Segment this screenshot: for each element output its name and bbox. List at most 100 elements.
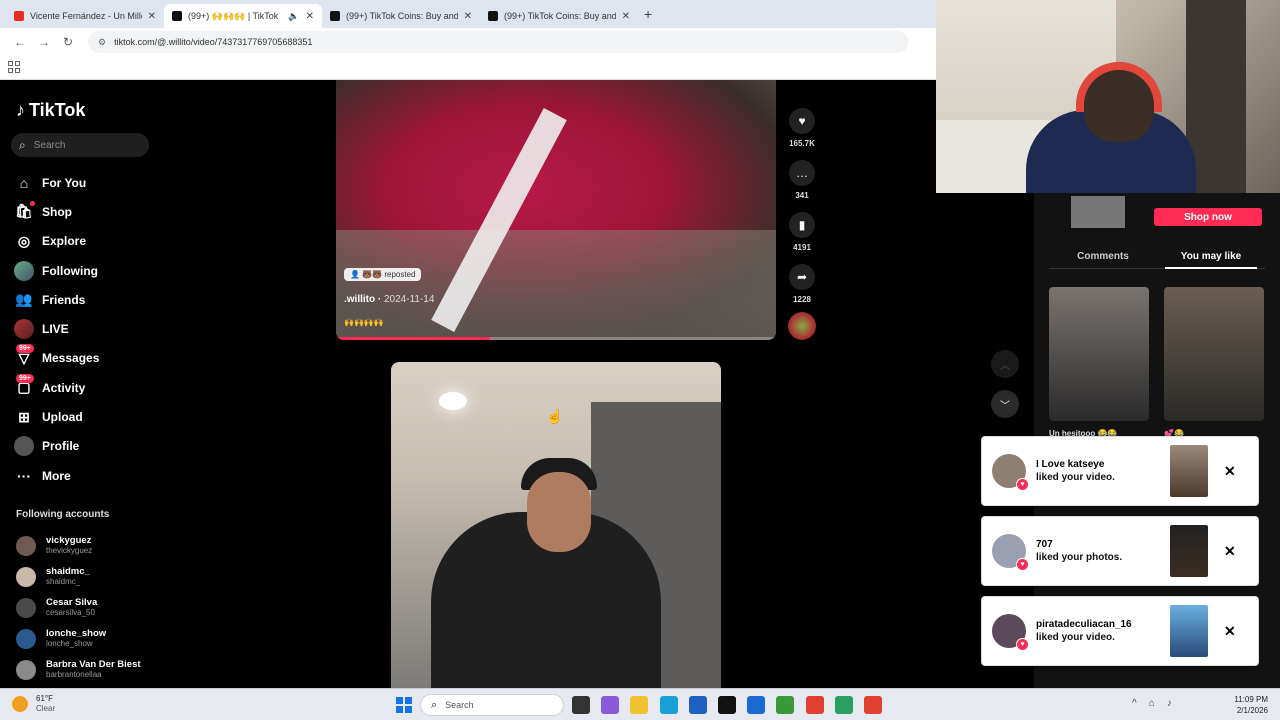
friends-icon: 👥: [15, 291, 33, 308]
sidebar-item-explore[interactable]: ◎ Explore: [14, 227, 314, 256]
weather-widget[interactable]: 61°F Clear: [12, 694, 55, 714]
reload-icon[interactable]: ↻: [56, 35, 80, 49]
account-item[interactable]: lonche_show lonche_show: [16, 623, 316, 654]
comment-icon[interactable]: …: [789, 160, 815, 186]
video-progress-bar[interactable]: [336, 337, 490, 340]
account-item[interactable]: vickyguez thevickyguez: [16, 530, 316, 561]
youtube-icon: [14, 11, 24, 21]
account-item[interactable]: Cesar Silva cesarsilva_50: [16, 592, 316, 623]
sidebar-item-messages[interactable]: ▽ 99+ Messages: [14, 344, 314, 373]
tab-youtube[interactable]: Vicente Fernández - Un Millón ✕: [6, 4, 164, 28]
following-accounts-list: vickyguez thevickyguez shaidmc_ shaidmc_ C…: [16, 530, 316, 685]
tab-tiktok-coins[interactable]: (99+) TikTok Coins: Buy and rech ✕: [322, 4, 480, 28]
new-tab-icon[interactable]: +: [644, 6, 652, 22]
chrome-icon[interactable]: [805, 696, 824, 714]
copilot-icon[interactable]: [601, 696, 620, 714]
share-action[interactable]: ➦ 1228: [788, 264, 816, 316]
search-icon: ⌕: [431, 698, 438, 711]
forward-icon[interactable]: →: [32, 35, 56, 49]
chrome-active-icon[interactable]: [863, 696, 882, 714]
account-name: shaidmc_: [46, 566, 90, 577]
speaker-icon[interactable]: 🔈: [288, 11, 299, 22]
recommended-video-thumbnail[interactable]: [1049, 287, 1149, 421]
taskbar-search[interactable]: ⌕ Search: [420, 694, 564, 716]
sidebar-item-label: Profile: [42, 439, 80, 454]
close-tab-icon[interactable]: ✕: [148, 11, 156, 22]
account-handle: shaidmc_: [46, 577, 81, 586]
tiktok-app-icon[interactable]: [717, 696, 736, 714]
like-action[interactable]: ♥ 165.7K: [788, 108, 816, 160]
chevron-up-icon[interactable]: ^: [1132, 698, 1137, 709]
url-field[interactable]: ⚙ tiktok.com/@.willito/video/74373177697…: [88, 31, 908, 53]
sidebar-item-profile[interactable]: Profile: [14, 432, 314, 461]
avatar: ♥: [992, 534, 1029, 571]
bookmark-action[interactable]: ▮ 4191: [788, 212, 816, 264]
close-icon[interactable]: ✕: [1224, 543, 1236, 560]
next-video-button[interactable]: ﹀: [991, 390, 1019, 418]
taskbar-apps: [572, 696, 893, 714]
share-icon[interactable]: ➦: [789, 264, 815, 290]
windows-start-icon[interactable]: [396, 697, 412, 713]
clock[interactable]: 11:09 PM 2/1/2026: [1206, 694, 1268, 716]
tiktok-logo[interactable]: ♪ TikTok: [16, 100, 85, 121]
apps-grid-icon[interactable]: [8, 61, 20, 73]
sidebar-item-live[interactable]: LIVE: [14, 314, 314, 343]
file-explorer-icon[interactable]: [630, 696, 649, 714]
sidebar-item-activity[interactable]: ▢ 99+ Activity: [14, 373, 314, 402]
account-item[interactable]: Barbra Van Der Biest barbrantonellaa: [16, 654, 316, 685]
tab-tiktok-coins-2[interactable]: (99+) TikTok Coins: Buy and rech ✕: [480, 4, 638, 28]
notification-toast[interactable]: ♥ I Love katseye liked your video. ✕: [981, 436, 1259, 506]
account-item[interactable]: shaidmc_ shaidmc_: [16, 561, 316, 592]
close-icon[interactable]: ✕: [1224, 623, 1236, 640]
comment-action[interactable]: … 341: [788, 160, 816, 212]
product-thumbnail[interactable]: [1071, 196, 1125, 228]
store-icon[interactable]: [688, 696, 707, 714]
network-icon[interactable]: ⌂: [1149, 698, 1155, 709]
search-input[interactable]: ⌕ Search: [11, 133, 149, 157]
sidebar-item-friends[interactable]: 👥 Friends: [14, 285, 314, 314]
minecraft-icon[interactable]: [776, 696, 795, 714]
music-disc-avatar[interactable]: [788, 312, 816, 340]
video-player-rose-bouquet[interactable]: 👤 🐻🐻 reposted .willito · 2024-11-14 🙌🙌🙌🙌: [336, 80, 776, 340]
task-view-icon[interactable]: [572, 696, 590, 714]
sidebar-item-label: Activity: [42, 380, 86, 395]
site-info-icon[interactable]: ⚙: [98, 37, 106, 48]
sidebar-item-more[interactable]: ··· More: [14, 461, 314, 490]
screen: Vicente Fernández - Un Millón ✕ (99+) 🙌🙌…: [0, 0, 1280, 720]
outlook-icon[interactable]: [747, 696, 766, 714]
tab-tiktok-active[interactable]: (99+) 🙌🙌🙌 | TikTok 🔈 ✕: [164, 4, 322, 28]
tab-comments[interactable]: Comments: [1049, 245, 1157, 268]
previous-video-button[interactable]: ︿: [991, 350, 1019, 378]
sidebar-item-label: Friends: [42, 292, 86, 307]
sidebar-item-label: Following: [42, 263, 98, 278]
close-tab-icon[interactable]: ✕: [622, 11, 630, 22]
account-handle: lonche_show: [46, 639, 93, 648]
close-tab-icon[interactable]: ✕: [464, 11, 472, 22]
account-name: Barbra Van Der Biest: [46, 659, 141, 670]
recommended-video-thumbnail[interactable]: [1164, 287, 1264, 421]
app-icon[interactable]: [834, 696, 853, 714]
sidebar-item-upload[interactable]: ⊞ Upload: [14, 402, 314, 431]
shop-now-button[interactable]: Shop now: [1154, 208, 1262, 226]
notification-toast[interactable]: ♥ piratadeculiacan_16 liked your video. …: [981, 596, 1259, 666]
sidebar-item-following[interactable]: Following: [14, 256, 314, 285]
bookmark-icon[interactable]: ▮: [789, 212, 815, 238]
video-feed: 👤 🐻🐻 reposted .willito · 2024-11-14 🙌🙌🙌🙌…: [336, 80, 1019, 688]
bookmarks-bar: [0, 56, 936, 80]
notification-toast[interactable]: ♥ 707 liked your photos. ✕: [981, 516, 1259, 586]
more-icon: ···: [17, 467, 31, 484]
close-icon[interactable]: ✕: [1224, 463, 1236, 480]
back-icon[interactable]: ←: [8, 35, 32, 49]
sidebar-item-shop[interactable]: 🛍 Shop: [14, 197, 314, 226]
close-tab-icon[interactable]: ✕: [306, 11, 314, 22]
tiktok-icon: [172, 11, 182, 21]
video-author[interactable]: .willito · 2024-11-14: [344, 294, 434, 305]
sidebar-item-for-you[interactable]: ⌂ For You: [14, 168, 314, 197]
volume-icon[interactable]: ♪: [1167, 698, 1172, 709]
compass-icon: ◎: [17, 232, 31, 249]
edge-icon[interactable]: [659, 696, 678, 714]
notification-message: liked your video.: [1036, 632, 1115, 643]
heart-icon[interactable]: ♥: [789, 108, 815, 134]
tab-you-may-like[interactable]: You may like: [1157, 245, 1265, 269]
avatar: [16, 535, 36, 556]
